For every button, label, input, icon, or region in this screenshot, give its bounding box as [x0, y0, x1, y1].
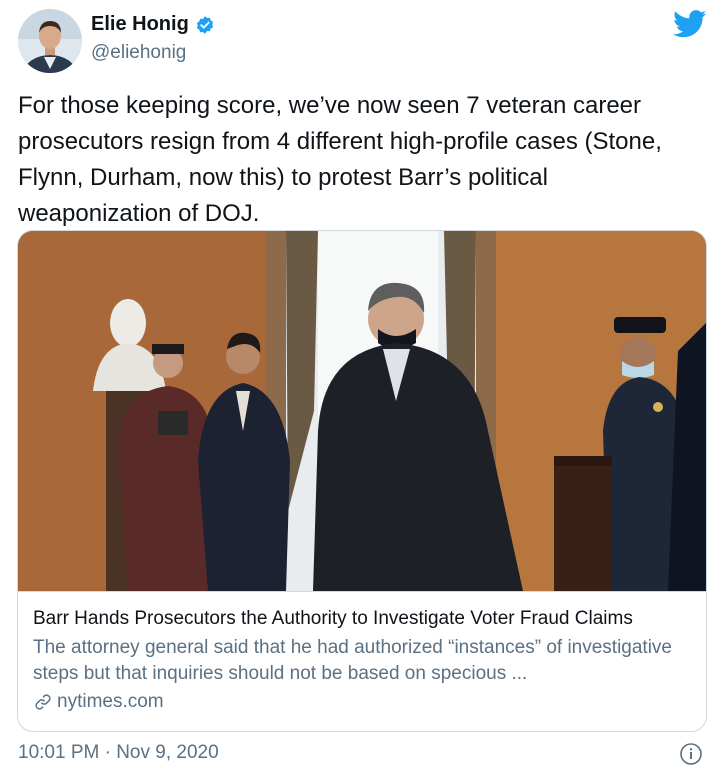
link-preview-card[interactable]: Barr Hands Prosecutors the Authority to …	[17, 230, 707, 732]
tweet-text: For those keeping score, we’ve now seen …	[18, 92, 662, 227]
author-name-row: Elie Honig	[91, 13, 215, 36]
card-divider	[18, 591, 706, 592]
tweet: Elie Honig @eliehonig For those keeping …	[0, 0, 725, 778]
link-icon	[33, 692, 53, 712]
display-name[interactable]: Elie Honig	[91, 13, 189, 36]
verified-badge-icon	[195, 15, 215, 35]
card-image[interactable]	[18, 231, 706, 591]
timestamp[interactable]: 10:01 PM · Nov 9, 2020	[18, 742, 219, 764]
twitter-bird-icon[interactable]	[673, 10, 707, 38]
handle[interactable]: @eliehonig	[91, 42, 186, 64]
card-domain[interactable]: nytimes.com	[33, 689, 164, 715]
card-domain-text: nytimes.com	[57, 691, 164, 712]
card-description: The attorney general said that he had au…	[33, 637, 672, 684]
info-icon[interactable]	[679, 742, 703, 766]
avatar[interactable]	[18, 9, 82, 73]
card-title[interactable]: Barr Hands Prosecutors the Authority to …	[33, 607, 693, 631]
